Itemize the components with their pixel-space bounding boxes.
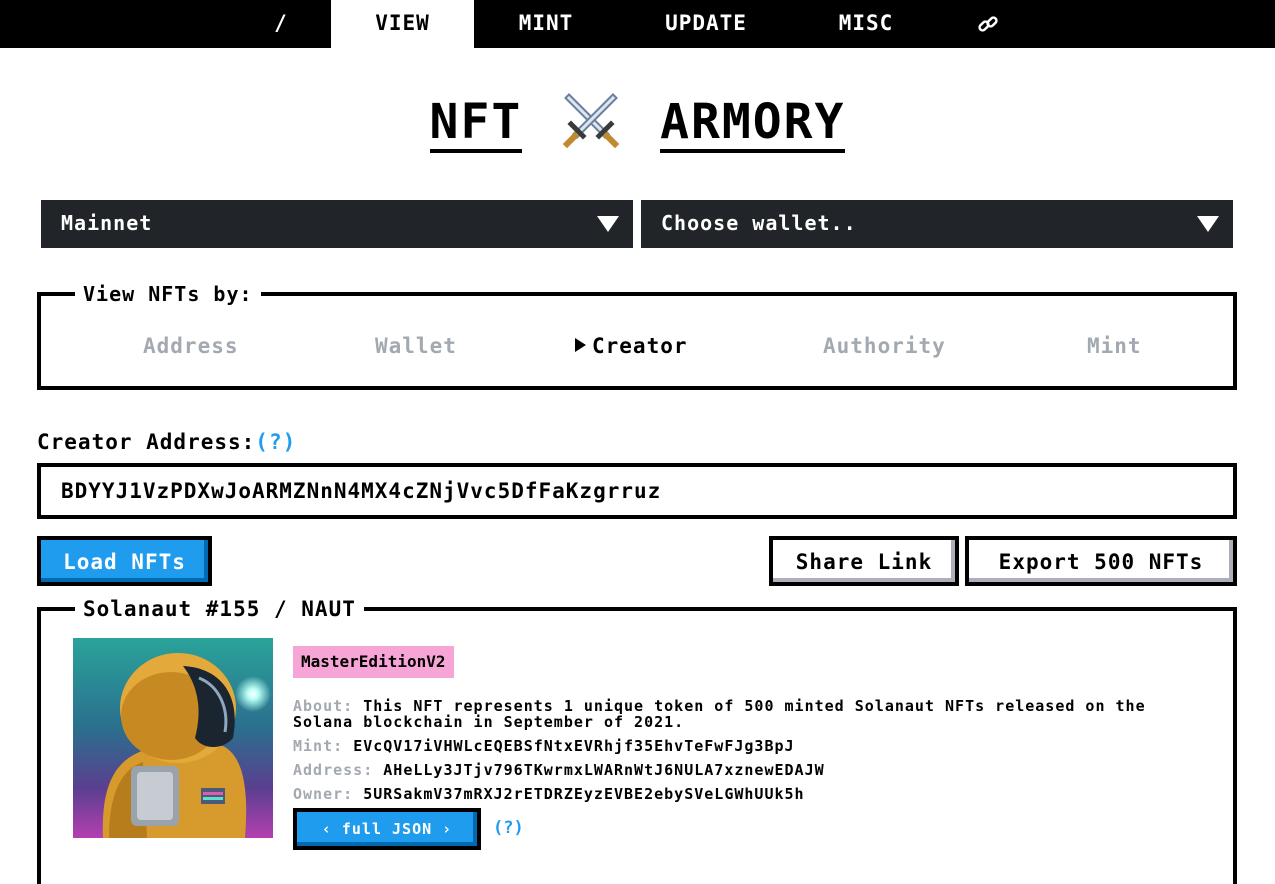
full-json-button[interactable]: ‹ full JSON ›: [293, 808, 481, 850]
nft-owner: Owner: 5URSakmV37mRXJ2rETDRZEyzEVBE2ebyS…: [293, 786, 805, 802]
chevron-down-icon: [597, 216, 619, 232]
view-by-group: View NFTs by: Address Wallet Creator Aut…: [37, 282, 1237, 390]
crossed-swords-icon: [562, 93, 620, 148]
about-value: This NFT represents 1 unique token of 50…: [293, 697, 1146, 731]
nft-card-title: Solanaut #155 / NAUT: [75, 597, 364, 621]
radio-mint[interactable]: Mint: [1087, 334, 1142, 358]
owner-key: Owner:: [293, 785, 354, 803]
nft-card: Solanaut #155 / NAUT MasterEditionV2 Abo…: [37, 597, 1237, 884]
chevron-down-icon: [1197, 216, 1219, 232]
owner-value: 5URSakmV37mRXJ2rETDRZEyzEVBE2ebySVeLGWhU…: [363, 785, 805, 803]
nft-image: [73, 638, 273, 838]
radio-wallet[interactable]: Wallet: [375, 334, 457, 358]
title-armory: ARMORY: [660, 97, 846, 153]
nav-mint[interactable]: MINT: [474, 0, 618, 48]
title-nft: NFT: [429, 97, 523, 153]
wallet-select-value: Choose wallet..: [661, 211, 857, 235]
nft-about: About: This NFT represents 1 unique toke…: [293, 698, 1163, 730]
link-icon[interactable]: [958, 0, 1018, 48]
radio-creator[interactable]: Creator: [575, 334, 688, 358]
share-link-button[interactable]: Share Link: [769, 536, 959, 586]
nav-view[interactable]: VIEW: [331, 0, 474, 48]
mint-key: Mint:: [293, 737, 344, 755]
edition-badge: MasterEditionV2: [293, 646, 454, 678]
creator-label-text: Creator Address:: [37, 430, 256, 454]
radio-authority[interactable]: Authority: [823, 334, 946, 358]
json-help-link[interactable]: (?): [493, 818, 524, 838]
nav-misc[interactable]: MISC: [794, 0, 938, 48]
view-by-legend: View NFTs by:: [75, 282, 261, 306]
nft-mint: Mint: EVcQV17iVHWLcEQEBSfNtxEVRhjf35EhvT…: [293, 738, 795, 754]
selected-arrow-icon: [575, 338, 586, 352]
load-nfts-button[interactable]: Load NFTs: [37, 536, 212, 586]
radio-creator-label: Creator: [592, 334, 688, 358]
top-navigation: / VIEW MINT UPDATE MISC: [0, 0, 1275, 48]
export-nfts-button[interactable]: Export 500 NFTs: [965, 536, 1237, 586]
page-title: NFT ARMORY: [0, 92, 1275, 153]
nav-home[interactable]: /: [250, 0, 312, 48]
creator-address-input[interactable]: [37, 463, 1237, 519]
mint-value: EVcQV17iVHWLcEQEBSfNtxEVRhjf35EhvTeFwFJg…: [353, 737, 795, 755]
nav-update[interactable]: UPDATE: [618, 0, 794, 48]
creator-help-link[interactable]: (?): [255, 430, 296, 454]
radio-address[interactable]: Address: [143, 334, 239, 358]
wallet-select[interactable]: Choose wallet..: [641, 200, 1233, 248]
address-value: AHeLLy3JTjv796TKwrmxLWARnWtJ6NULA7xznewE…: [383, 761, 825, 779]
network-select[interactable]: Mainnet: [41, 200, 633, 248]
network-select-value: Mainnet: [61, 211, 153, 235]
address-key: Address:: [293, 761, 374, 779]
creator-address-label: Creator Address:(?): [37, 430, 296, 454]
nft-address: Address: AHeLLy3JTjv796TKwrmxLWARnWtJ6NU…: [293, 762, 825, 778]
